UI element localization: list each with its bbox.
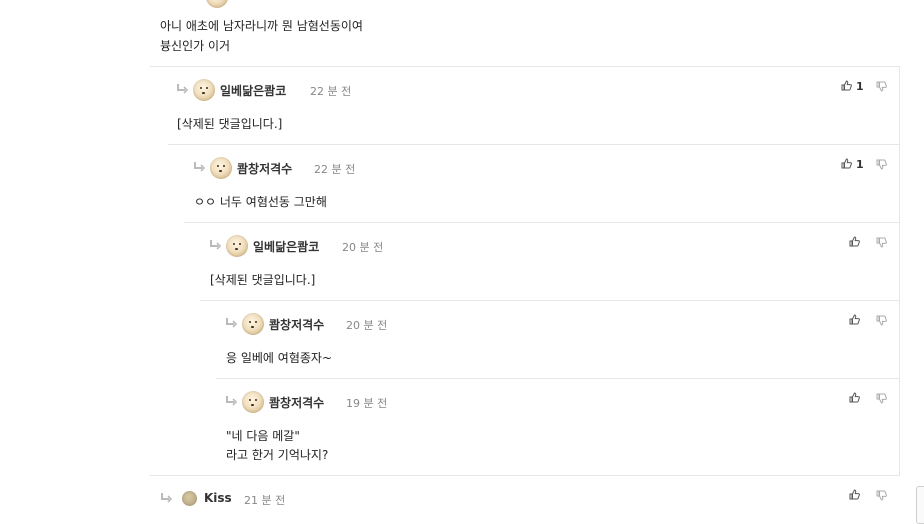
thumbs-down-icon[interactable] bbox=[876, 81, 887, 92]
avatar-icon[interactable] bbox=[226, 235, 248, 257]
comment-time: 19 분 전 bbox=[346, 397, 388, 410]
thumbs-down-icon[interactable] bbox=[876, 237, 887, 248]
comment-time: 21 분 전 bbox=[244, 494, 286, 507]
comment-time: 20 분 전 bbox=[342, 241, 384, 254]
avatar-icon[interactable] bbox=[210, 157, 232, 179]
comment-nickname[interactable]: 쾀창저격수 bbox=[237, 160, 292, 177]
comment-nickname[interactable]: 일베닮은쾀코 bbox=[220, 82, 286, 99]
comment-body-line: 응 일베에 여혐종자~ bbox=[226, 351, 333, 365]
comment-body-line: 아니 애초에 남자라니까 뭔 남혐선동이여 bbox=[160, 19, 363, 33]
comment-nickname[interactable]: 쾀창저격수 bbox=[269, 316, 324, 333]
comment-time: 22 분 전 bbox=[314, 163, 356, 176]
avatar-icon[interactable] bbox=[242, 313, 264, 335]
comment-nickname[interactable]: 쾀창저격수 bbox=[269, 394, 324, 411]
avatar-icon[interactable] bbox=[182, 491, 197, 506]
reply-arrow-icon bbox=[226, 396, 237, 406]
comment-divider bbox=[150, 475, 900, 476]
thumbs-up-icon[interactable] bbox=[849, 236, 860, 247]
thumbs-down-icon[interactable] bbox=[876, 393, 887, 404]
comment-divider bbox=[150, 66, 900, 67]
comment-body-line: ㅇㅇ 너두 여혐선동 그만해 bbox=[194, 195, 327, 209]
comment-body-line: 븅신인가 이거 bbox=[160, 39, 231, 53]
reply-arrow-icon bbox=[226, 318, 237, 328]
reply-arrow-icon bbox=[194, 162, 205, 172]
comment-divider bbox=[168, 144, 900, 145]
thumbs-down-icon[interactable] bbox=[876, 315, 887, 326]
thumbs-up-icon[interactable] bbox=[849, 314, 860, 325]
avatar-icon[interactable] bbox=[193, 79, 215, 101]
like-count: 1 bbox=[856, 158, 864, 171]
comment-divider bbox=[200, 300, 900, 301]
comment-nickname[interactable]: 일베닮은쾀코 bbox=[253, 238, 319, 255]
comment-body-line: 라고 한거 기억나지? bbox=[226, 448, 329, 462]
comment-body-line: [삭제된 댓글입니다.] bbox=[210, 273, 316, 287]
side-panel-edge bbox=[916, 486, 924, 524]
comment-time: 20 분 전 bbox=[346, 319, 388, 332]
avatar-icon[interactable] bbox=[242, 391, 264, 413]
like-count: 1 bbox=[856, 80, 864, 93]
avatar-icon bbox=[206, 0, 228, 8]
thumbs-up-icon[interactable] bbox=[841, 158, 852, 169]
comment-body-line: [삭제된 댓글입니다.] bbox=[177, 117, 283, 131]
comment-time: 22 분 전 bbox=[310, 85, 352, 98]
comment-divider bbox=[216, 378, 900, 379]
thumbs-down-icon[interactable] bbox=[876, 490, 887, 501]
comment-body-line: "네 다음 메갈" bbox=[226, 429, 300, 443]
comment-divider bbox=[184, 222, 900, 223]
reply-arrow-icon bbox=[161, 493, 172, 503]
thumbs-up-icon[interactable] bbox=[849, 489, 860, 500]
reply-arrow-icon bbox=[177, 84, 188, 94]
comment-nickname[interactable]: Kiss bbox=[204, 491, 232, 505]
thumbs-down-icon[interactable] bbox=[876, 159, 887, 170]
thumbs-up-icon[interactable] bbox=[849, 392, 860, 403]
reply-arrow-icon bbox=[210, 240, 221, 250]
comment-list-border bbox=[899, 66, 900, 476]
thumbs-up-icon[interactable] bbox=[841, 80, 852, 91]
